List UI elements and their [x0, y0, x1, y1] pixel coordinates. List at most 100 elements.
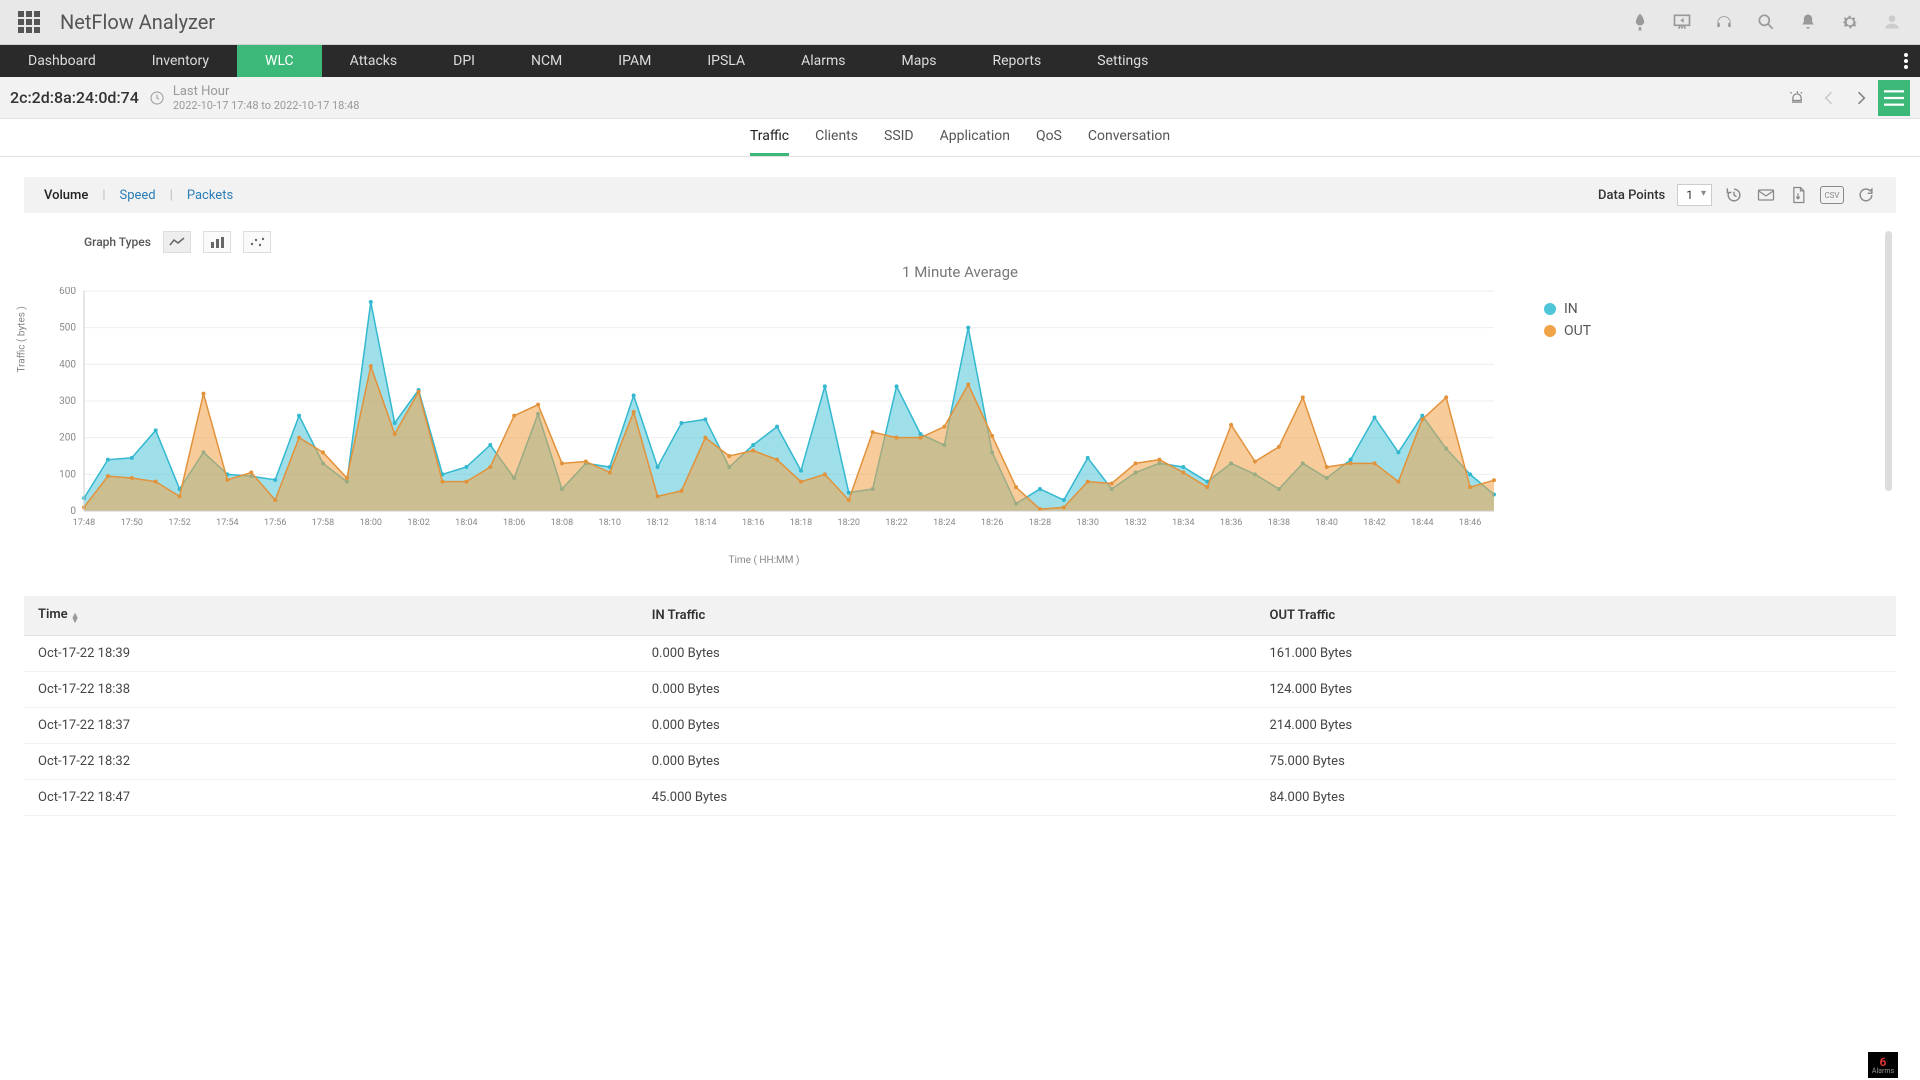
data-points-select[interactable]: 1 — [1677, 184, 1712, 206]
svg-text:18:04: 18:04 — [455, 518, 477, 528]
vsp-volume[interactable]: Volume — [44, 188, 88, 203]
alarm-label: Alarms — [1872, 1068, 1894, 1075]
table-row: Oct-17-22 18:320.000 Bytes75.000 Bytes — [24, 744, 1896, 780]
svg-text:18:32: 18:32 — [1124, 518, 1146, 528]
nav-dashboard[interactable]: Dashboard — [0, 45, 124, 77]
chart-title: 1 Minute Average — [24, 263, 1896, 281]
table-header-row: Time▲▼ IN Traffic OUT Traffic — [24, 596, 1896, 636]
svg-text:18:26: 18:26 — [981, 518, 1003, 528]
next-button[interactable] — [1846, 83, 1876, 113]
nav-attacks[interactable]: Attacks — [322, 45, 425, 77]
svg-text:18:06: 18:06 — [503, 518, 525, 528]
headset-icon[interactable] — [1714, 12, 1734, 32]
tab-traffic[interactable]: Traffic — [750, 119, 789, 156]
svg-text:18:42: 18:42 — [1363, 518, 1385, 528]
svg-text:18:14: 18:14 — [694, 518, 716, 528]
table-row: Oct-17-22 18:390.000 Bytes161.000 Bytes — [24, 636, 1896, 672]
device-header: 2c:2d:8a:24:0d:74 Last Hour 2022-10-17 1… — [0, 77, 1920, 119]
svg-text:18:28: 18:28 — [1029, 518, 1051, 528]
col-in[interactable]: IN Traffic — [642, 596, 1260, 636]
nav-ipam[interactable]: IPAM — [590, 45, 679, 77]
cell-out: 75.000 Bytes — [1260, 744, 1897, 780]
alarm-badge[interactable]: 6 Alarms — [1868, 1052, 1898, 1078]
vsp-speed[interactable]: Speed — [120, 188, 156, 203]
sort-icon: ▲▼ — [71, 614, 80, 624]
nav-maps[interactable]: Maps — [874, 45, 965, 77]
brand-title: NetFlow Analyzer — [60, 10, 215, 34]
svg-text:100: 100 — [59, 469, 76, 480]
vsp-packets[interactable]: Packets — [187, 188, 233, 203]
svg-text:500: 500 — [59, 323, 76, 334]
bell-icon[interactable] — [1798, 12, 1818, 32]
col-out[interactable]: OUT Traffic — [1260, 596, 1897, 636]
history-icon[interactable] — [1724, 185, 1744, 205]
rocket-icon[interactable] — [1630, 12, 1650, 32]
cell-in: 0.000 Bytes — [642, 636, 1260, 672]
svg-text:18:40: 18:40 — [1316, 518, 1338, 528]
svg-text:18:36: 18:36 — [1220, 518, 1242, 528]
col-time[interactable]: Time▲▼ — [24, 596, 642, 636]
table-row: Oct-17-22 18:380.000 Bytes124.000 Bytes — [24, 672, 1896, 708]
tab-application[interactable]: Application — [940, 119, 1010, 156]
svg-text:17:54: 17:54 — [216, 518, 238, 528]
cell-in: 45.000 Bytes — [642, 780, 1260, 816]
svg-text:18:24: 18:24 — [933, 518, 955, 528]
graph-types-label: Graph Types — [84, 235, 151, 249]
legend-in[interactable]: IN — [1544, 301, 1591, 317]
search-icon[interactable] — [1756, 12, 1776, 32]
cell-time: Oct-17-22 18:32 — [24, 744, 642, 780]
nav-wlc[interactable]: WLC — [237, 45, 322, 77]
svg-text:17:56: 17:56 — [264, 518, 286, 528]
scrollbar[interactable] — [1885, 231, 1892, 491]
user-icon[interactable] — [1882, 12, 1902, 32]
refresh-icon[interactable] — [1856, 185, 1876, 205]
gear-icon[interactable] — [1840, 12, 1860, 32]
csv-icon[interactable]: CSV — [1820, 186, 1844, 204]
tab-clients[interactable]: Clients — [815, 119, 858, 156]
nav-alarms[interactable]: Alarms — [773, 45, 873, 77]
tab-conversation[interactable]: Conversation — [1088, 119, 1170, 156]
nav-reports[interactable]: Reports — [964, 45, 1069, 77]
svg-text:18:30: 18:30 — [1077, 518, 1099, 528]
traffic-chart[interactable]: 010020030040050060017:4817:5017:5217:541… — [24, 287, 1504, 547]
graph-type-line[interactable] — [163, 231, 191, 253]
svg-text:18:18: 18:18 — [790, 518, 812, 528]
svg-text:17:50: 17:50 — [121, 518, 143, 528]
tab-ssid[interactable]: SSID — [884, 119, 914, 156]
cell-out: 161.000 Bytes — [1260, 636, 1897, 672]
apps-grid-icon[interactable] — [18, 11, 40, 33]
pdf-icon[interactable] — [1788, 185, 1808, 205]
mail-icon[interactable] — [1756, 185, 1776, 205]
time-range: 2022-10-17 17:48 to 2022-10-17 18:48 — [173, 99, 360, 112]
svg-text:18:22: 18:22 — [885, 518, 907, 528]
nav-dpi[interactable]: DPI — [425, 45, 503, 77]
nav-ncm[interactable]: NCM — [503, 45, 590, 77]
prev-button[interactable] — [1814, 83, 1844, 113]
nav-settings[interactable]: Settings — [1069, 45, 1176, 77]
device-id: 2c:2d:8a:24:0d:74 — [10, 88, 139, 107]
legend-out[interactable]: OUT — [1544, 323, 1591, 339]
cell-in: 0.000 Bytes — [642, 744, 1260, 780]
tab-qos[interactable]: QoS — [1036, 119, 1062, 156]
presentation-icon[interactable] — [1672, 12, 1692, 32]
cell-time: Oct-17-22 18:39 — [24, 636, 642, 672]
svg-text:17:58: 17:58 — [312, 518, 334, 528]
nav-more-icon[interactable] — [1892, 45, 1920, 77]
nav-ipsla[interactable]: IPSLA — [679, 45, 773, 77]
svg-text:18:34: 18:34 — [1172, 518, 1194, 528]
filter-bar: Volume | Speed | Packets Data Points 1 C… — [24, 177, 1896, 213]
nav-inventory[interactable]: Inventory — [124, 45, 237, 77]
top-header: NetFlow Analyzer — [0, 0, 1920, 45]
main-nav: Dashboard Inventory WLC Attacks DPI NCM … — [0, 45, 1920, 77]
side-menu-button[interactable] — [1878, 80, 1910, 116]
chart-legend: IN OUT — [1544, 301, 1591, 566]
alert-light-icon[interactable] — [1782, 83, 1812, 113]
clock-icon — [149, 90, 165, 106]
time-info: Last Hour 2022-10-17 17:48 to 2022-10-17… — [149, 84, 360, 112]
alarm-count: 6 — [1880, 1056, 1887, 1068]
table-row: Oct-17-22 18:370.000 Bytes214.000 Bytes — [24, 708, 1896, 744]
cell-time: Oct-17-22 18:37 — [24, 708, 642, 744]
cell-in: 0.000 Bytes — [642, 708, 1260, 744]
graph-type-bar[interactable] — [203, 231, 231, 253]
graph-type-scatter[interactable] — [243, 231, 271, 253]
